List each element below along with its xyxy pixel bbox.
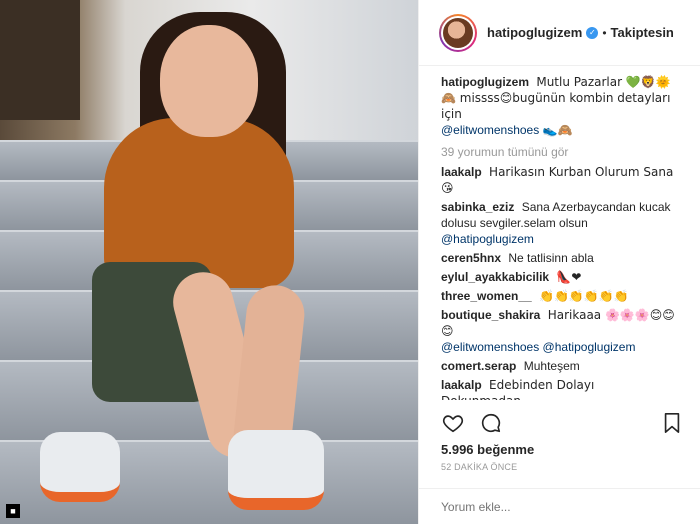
caption-text: Mutlu Pazarlar 💚🦁🌞 <box>536 75 671 89</box>
comment-username[interactable]: three_women__ <box>441 289 532 303</box>
comment-text: 👏👏👏👏👏👏 <box>539 289 629 303</box>
comment-username[interactable]: comert.serap <box>441 359 516 373</box>
comment-text: Muhteşem <box>523 359 580 373</box>
comment-item: three_women__ 👏👏👏👏👏👏 <box>441 288 684 304</box>
like-count[interactable]: 5.996 beğenme <box>441 442 534 457</box>
post-photo[interactable]: ■ <box>0 0 418 524</box>
comment-item: laakalp Harikasın Kurban Olurum Sana😘 <box>441 164 684 196</box>
comments-list: hatipoglugizem Mutlu Pazarlar 💚🦁🌞 🙈 miss… <box>419 70 700 400</box>
comment-username[interactable]: laakalp <box>441 378 482 392</box>
comment-item: ceren5hnx Ne tatlisinn abla <box>441 250 684 266</box>
person-sneaker <box>228 430 324 510</box>
comment-item: eylul_ayakkabicilik 👠❤ <box>441 269 684 285</box>
comment-username[interactable]: ceren5hnx <box>441 251 501 265</box>
photo-door <box>0 0 80 120</box>
comment-text: Ne tatlisinn abla <box>508 251 594 265</box>
caption-text: 👟🙈 <box>542 123 573 137</box>
caption-mention[interactable]: @elitwomenshoes <box>441 123 539 137</box>
verified-badge-icon: ✓ <box>586 26 599 39</box>
comment-username[interactable]: eylul_ayakkabicilik <box>441 270 549 284</box>
add-comment-bar <box>419 488 700 524</box>
heart-icon[interactable] <box>441 411 465 435</box>
comment-input[interactable] <box>441 499 678 514</box>
separator-dot: • <box>602 25 607 40</box>
person-sneaker <box>40 432 120 502</box>
follow-status[interactable]: Takiptesin <box>611 25 674 40</box>
caption-text: 🙈 missss😊bugünün kombin detayları için <box>441 91 671 121</box>
comment-item: boutique_shakira Harikaaa 🌸🌸🌸😊😊😊 @elitwo… <box>441 307 684 355</box>
comment-icon[interactable] <box>479 411 503 435</box>
post-side-panel: hatipoglugizem ✓ • Takiptesin hatipoglug… <box>418 0 700 524</box>
comment-mention[interactable]: @hatipoglugizem <box>441 232 534 246</box>
post-caption: hatipoglugizem Mutlu Pazarlar 💚🦁🌞 🙈 miss… <box>441 74 684 138</box>
person-face <box>160 25 258 137</box>
action-bar <box>441 408 684 438</box>
comment-mention[interactable]: @elitwomenshoes @hatipoglugizem <box>441 340 635 354</box>
comment-item: sabinka_eziz Sana Azerbaycandan kucak do… <box>441 199 684 247</box>
comment-username[interactable]: laakalp <box>441 165 482 179</box>
comment-text: 👠❤ <box>556 270 582 284</box>
tagged-people-icon[interactable]: ■ <box>6 504 20 518</box>
comment-item: laakalp Edebinden Dolayı Dokunmadan.. Gö… <box>441 377 684 400</box>
bookmark-icon[interactable] <box>660 411 684 435</box>
caption-username[interactable]: hatipoglugizem <box>441 75 529 89</box>
comment-username[interactable]: sabinka_eziz <box>441 200 514 214</box>
post-username[interactable]: hatipoglugizem <box>487 25 582 40</box>
view-all-comments-link[interactable]: 39 yorumun tümünü gör <box>441 144 684 160</box>
post-header: hatipoglugizem ✓ • Takiptesin <box>419 0 700 66</box>
avatar[interactable] <box>439 13 477 52</box>
post-timestamp[interactable]: 52 DAKİKA ÖNCE <box>441 462 517 472</box>
comment-username[interactable]: boutique_shakira <box>441 308 540 322</box>
comment-item: comert.serap Muhteşem <box>441 358 684 374</box>
